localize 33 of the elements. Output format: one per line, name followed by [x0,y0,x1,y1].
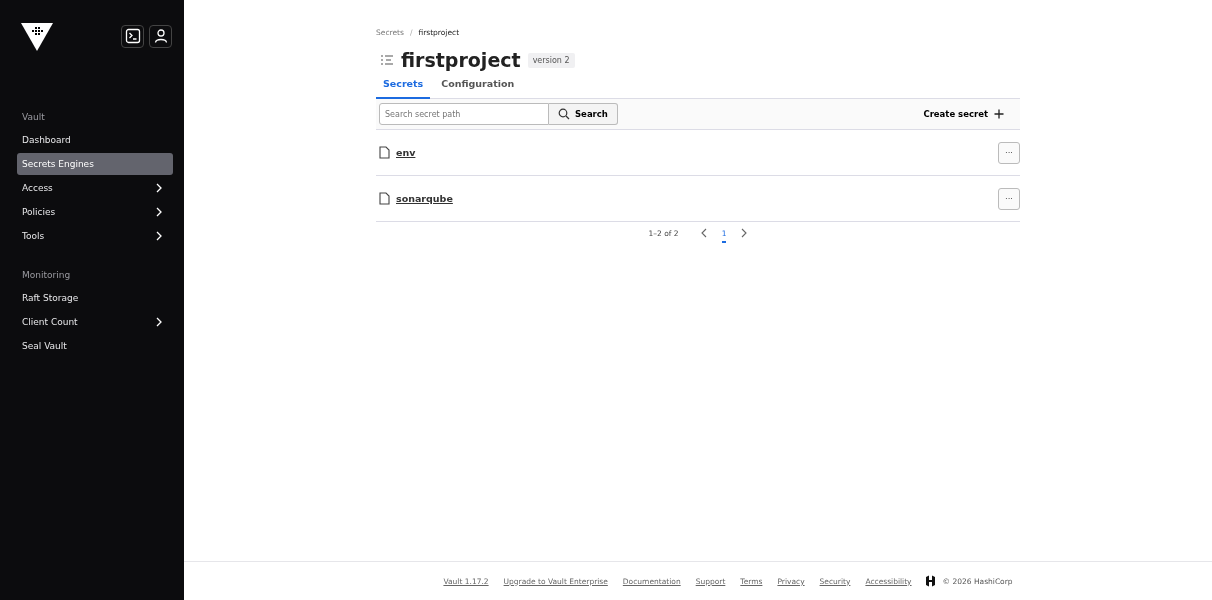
list-icon [380,54,394,66]
nav-item[interactable]: Seal Vault [17,335,173,357]
section-heading: Vault [21,111,46,124]
search-button[interactable]: Search [549,103,618,125]
terminal-icon [124,28,141,44]
search-icon [558,108,570,120]
nav-item[interactable]: Dashboard [17,129,173,151]
hashicorp-logo-icon [924,575,936,587]
console-button[interactable] [121,24,144,48]
plus-icon [994,109,1004,119]
user-menu-button[interactable] [149,24,172,48]
file-icon [379,146,390,159]
chevron-right-icon[interactable] [741,228,748,238]
nav-item[interactable]: Tools [17,225,173,247]
nav-item[interactable]: Raft Storage [17,287,173,309]
nav-item[interactable]: Policies [17,201,173,223]
nav-item[interactable]: Access [17,177,173,199]
logo-icon[interactable] [20,22,54,52]
chevron-left-icon[interactable] [700,228,707,238]
section-heading: Monitoring [21,269,72,282]
nav-item[interactable]: Secrets Engines [17,153,173,175]
create-secret-button[interactable]: Create secret [917,108,1010,120]
nav-item[interactable]: Client Count [17,311,173,333]
page-title: firstproject [401,48,521,72]
secret-link[interactable]: env [396,147,416,158]
secret-link[interactable]: sonarqube [396,193,453,204]
user-icon [152,28,169,44]
more-button[interactable]: ··· [998,141,1020,164]
search-field[interactable]: Search secret path [379,103,549,125]
tab[interactable]: Configuration [434,78,522,97]
file-icon [379,192,390,205]
more-button[interactable]: ··· [998,187,1020,210]
version-badge: version 2 [527,52,575,68]
